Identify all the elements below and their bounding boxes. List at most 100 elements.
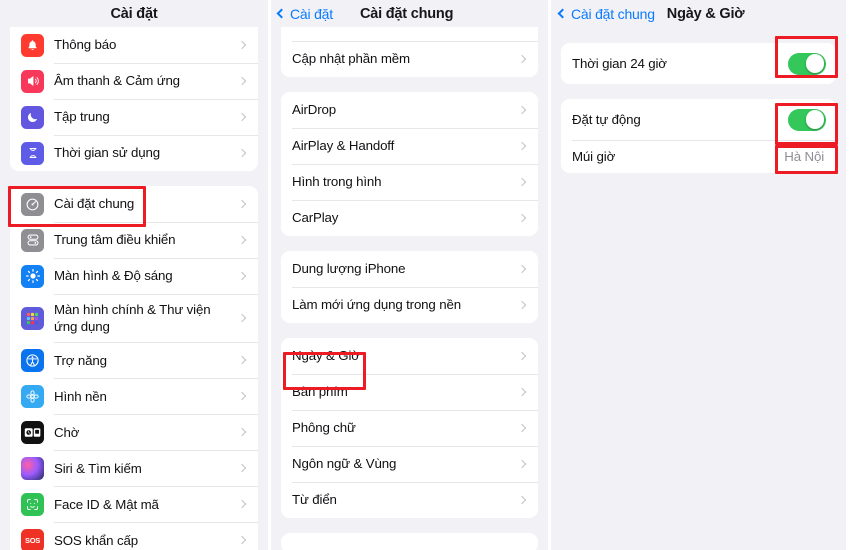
sidebar-item-siri-search[interactable]: Siri & Tìm kiếm bbox=[10, 450, 258, 487]
general-group-4: Ngày & Giờ Bàn phím Phông chữ Ngôn ngữ &… bbox=[281, 338, 538, 518]
setting-row-time-zone[interactable]: Múi giờ Hà Nội bbox=[561, 140, 836, 173]
sidebar-item-label: Siri & Tìm kiếm bbox=[54, 460, 142, 476]
chevron-right-icon bbox=[517, 459, 527, 469]
chevron-right-icon bbox=[517, 105, 527, 115]
general-group-1: Cập nhật phần mềm bbox=[281, 27, 538, 77]
list-item-dictionary[interactable]: Từ điển bbox=[281, 482, 538, 518]
list-item-date-time[interactable]: Ngày & Giờ bbox=[281, 338, 538, 374]
sidebar-item-notifications[interactable]: Thông báo bbox=[10, 27, 258, 63]
sidebar-item-wallpaper[interactable]: Hình nền bbox=[10, 378, 258, 415]
list-item-label: Hình trong hình bbox=[292, 174, 382, 190]
datetime-group-1: Thời gian 24 giờ bbox=[561, 43, 836, 84]
list-item-label: AirPlay & Handoff bbox=[292, 138, 395, 154]
list-item-language-region[interactable]: Ngôn ngữ & Vùng bbox=[281, 446, 538, 482]
back-button-general[interactable]: Cài đặt chung bbox=[557, 6, 655, 22]
screenshot-root: Cài đặt Thông báo Âm thanh & Cảm ứng Tập… bbox=[0, 0, 850, 550]
list-item-label: AirDrop bbox=[292, 102, 337, 118]
chevron-right-icon bbox=[517, 141, 527, 151]
back-button-settings[interactable]: Cài đặt bbox=[276, 5, 333, 22]
datetime-navbar: Cài đặt chung Ngày & Giờ bbox=[551, 0, 846, 27]
list-item-software-update[interactable]: Cập nhật phần mềm bbox=[281, 41, 538, 77]
sidebar-item-standby[interactable]: Chờ bbox=[10, 414, 258, 451]
chevron-right-icon bbox=[517, 495, 527, 505]
sos-icon: SOS bbox=[21, 528, 44, 550]
page-title: Ngày & Giờ bbox=[666, 5, 745, 22]
sidebar-item-accessibility[interactable]: Trợ năng bbox=[10, 342, 258, 379]
list-item-airplay-handoff[interactable]: AirPlay & Handoff bbox=[281, 128, 538, 164]
face-id-icon bbox=[21, 492, 44, 516]
chevron-right-icon bbox=[237, 235, 247, 245]
toggle-set-automatically[interactable] bbox=[788, 108, 826, 131]
toggle-knob bbox=[805, 54, 825, 73]
setting-row-set-automatically[interactable]: Đặt tự động bbox=[561, 99, 836, 140]
sidebar-item-emergency-sos[interactable]: SOS SOS khẩn cấp bbox=[10, 522, 258, 550]
sidebar-item-home-screen[interactable]: Màn hình chính & Thư viện ứng dụng bbox=[10, 294, 258, 343]
speaker-icon bbox=[21, 69, 44, 93]
sliders-icon bbox=[21, 228, 44, 252]
sidebar-item-sounds[interactable]: Âm thanh & Cảm ứng bbox=[10, 63, 258, 99]
chevron-right-icon bbox=[237, 391, 247, 401]
list-item-airdrop[interactable]: AirDrop bbox=[281, 92, 538, 128]
chevron-right-icon bbox=[237, 499, 247, 509]
list-item-label: Làm mới ứng dụng trong nền bbox=[292, 297, 461, 313]
hourglass-icon bbox=[21, 141, 44, 165]
list-item-label: Ngôn ngữ & Vùng bbox=[292, 456, 397, 472]
brightness-icon bbox=[21, 264, 44, 288]
app-grid-icon bbox=[21, 306, 44, 330]
settings-scroll-area[interactable]: Thông báo Âm thanh & Cảm ứng Tập trung T… bbox=[0, 27, 268, 550]
sidebar-item-focus[interactable]: Tập trung bbox=[10, 99, 258, 135]
sidebar-item-label: Thông báo bbox=[54, 37, 117, 53]
sidebar-item-label: Chờ bbox=[54, 424, 80, 440]
chevron-left-icon bbox=[276, 8, 287, 19]
sidebar-item-screen-time[interactable]: Thời gian sử dụng bbox=[10, 135, 258, 171]
chevron-right-icon bbox=[517, 54, 527, 64]
list-item-iphone-storage[interactable]: Dung lượng iPhone bbox=[281, 251, 538, 287]
chevron-right-icon bbox=[237, 199, 247, 209]
list-item-label: Phông chữ bbox=[292, 420, 356, 436]
sidebar-item-label: Cài đặt chung bbox=[54, 196, 135, 212]
sidebar-item-label: SOS khẩn cấp bbox=[54, 532, 138, 548]
bell-icon bbox=[21, 33, 44, 57]
settings-group-2: Cài đặt chung Trung tâm điều khiển Màn h… bbox=[10, 186, 258, 550]
top-spacer bbox=[551, 27, 846, 43]
sidebar-item-label: Tập trung bbox=[54, 109, 110, 125]
setting-row-24-hour-time[interactable]: Thời gian 24 giờ bbox=[561, 43, 836, 84]
general-scroll-area[interactable]: Cập nhật phần mềm AirDrop AirPlay & Hand… bbox=[271, 27, 548, 550]
chevron-right-icon bbox=[237, 76, 247, 86]
chevron-right-icon bbox=[237, 463, 247, 473]
sidebar-item-control-center[interactable]: Trung tâm điều khiển bbox=[10, 222, 258, 258]
sidebar-item-display-brightness[interactable]: Màn hình & Độ sáng bbox=[10, 258, 258, 294]
chevron-left-icon bbox=[557, 8, 568, 19]
chevron-right-icon bbox=[237, 313, 247, 323]
back-button-label: Cài đặt bbox=[290, 5, 333, 22]
list-item-background-app-refresh[interactable]: Làm mới ứng dụng trong nền bbox=[281, 287, 538, 323]
chevron-right-icon bbox=[237, 40, 247, 50]
general-navbar: Cài đặt Cài đặt chung bbox=[271, 0, 548, 27]
gear-icon bbox=[21, 192, 44, 216]
chevron-right-icon bbox=[517, 213, 527, 223]
list-item-label: Bàn phím bbox=[292, 384, 348, 400]
list-item-keyboard[interactable]: Bàn phím bbox=[281, 374, 538, 410]
page-title: Cài đặt bbox=[110, 5, 158, 22]
chevron-right-icon bbox=[517, 351, 527, 361]
datetime-scroll-area[interactable]: Thời gian 24 giờ Đặt tự động Múi giờ Hà … bbox=[551, 27, 846, 550]
sidebar-item-general[interactable]: Cài đặt chung bbox=[10, 186, 258, 222]
chevron-right-icon bbox=[517, 423, 527, 433]
list-item-picture-in-picture[interactable]: Hình trong hình bbox=[281, 164, 538, 200]
page-title: Cài đặt chung bbox=[359, 5, 454, 22]
list-item-fonts[interactable]: Phông chữ bbox=[281, 410, 538, 446]
chevron-right-icon bbox=[517, 177, 527, 187]
sidebar-item-face-id[interactable]: Face ID & Mật mã bbox=[10, 486, 258, 523]
panel-settings: Cài đặt Thông báo Âm thanh & Cảm ứng Tập… bbox=[0, 0, 268, 550]
list-item-partial[interactable] bbox=[281, 27, 538, 41]
toggle-24-hour-time[interactable] bbox=[788, 52, 826, 75]
list-item-carplay[interactable]: CarPlay bbox=[281, 200, 538, 236]
setting-label: Múi giờ bbox=[572, 148, 616, 164]
setting-label: Thời gian 24 giờ bbox=[572, 55, 667, 71]
sidebar-item-label: Hình nền bbox=[54, 388, 107, 404]
chevron-right-icon bbox=[517, 387, 527, 397]
panel-date-time: Cài đặt chung Ngày & Giờ Thời gian 24 gi… bbox=[551, 0, 846, 550]
time-zone-value: Hà Nội bbox=[784, 149, 824, 164]
sidebar-item-label: Màn hình & Độ sáng bbox=[54, 268, 173, 284]
general-group-5-partial bbox=[281, 533, 538, 550]
